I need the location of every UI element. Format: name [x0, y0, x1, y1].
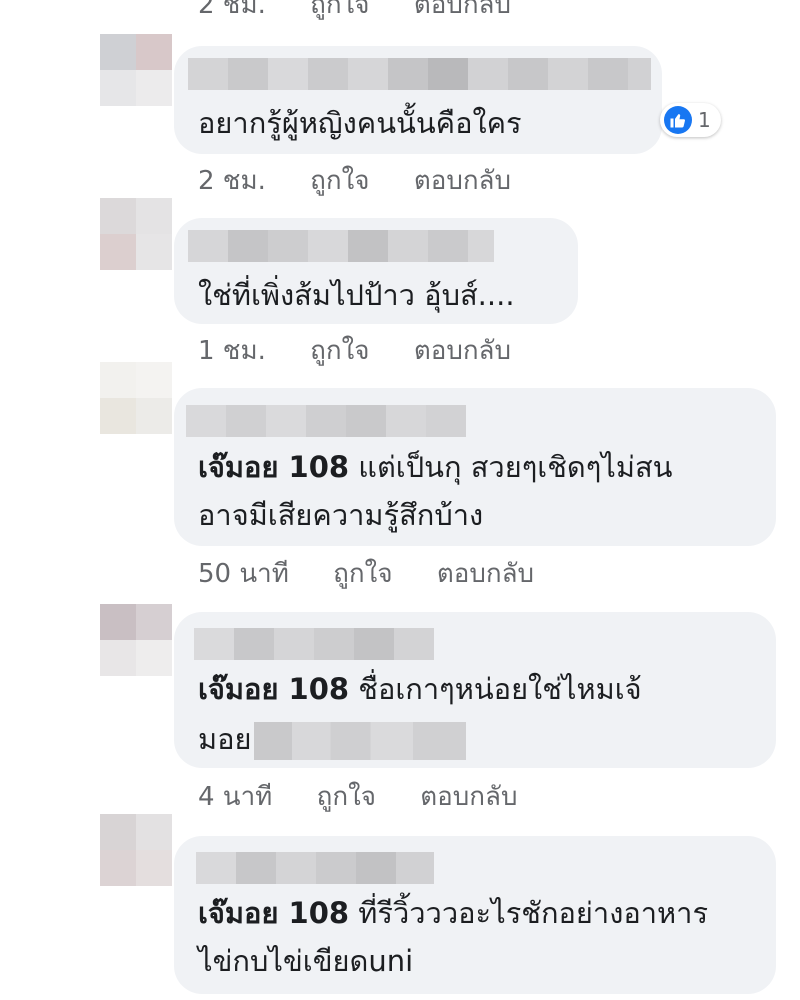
comment-actions: 2 ชม. ถูกใจ ตอบกลับ — [198, 0, 511, 25]
commenter-name-blurred[interactable] — [194, 628, 434, 660]
commenter-name-blurred[interactable] — [186, 405, 466, 437]
blurred-name — [253, 722, 466, 760]
comment-text: อยากรู้ผู้หญิงคนนั้นคือใคร — [198, 106, 522, 140]
like-link[interactable]: ถูกใจ — [333, 553, 392, 594]
avatar[interactable] — [100, 34, 172, 106]
avatar[interactable] — [100, 362, 172, 434]
commenter-name-blurred[interactable] — [196, 852, 434, 884]
like-thumbs-up-icon — [664, 106, 692, 134]
like-link[interactable]: ถูกใจ — [310, 0, 369, 25]
comment-text: เจ๊มอย 108 ที่รีวิ้วววอะไรชักอย่างอาหาร — [198, 896, 709, 930]
comment-time: 1 ชม. — [198, 336, 266, 366]
comment-text-line: อาจมีเสียความรู้สึกบ้าง — [198, 498, 484, 532]
comment-actions: 4 นาที ถูกใจ ตอบกลับ — [198, 776, 517, 817]
comment-text-line: มอย — [198, 716, 466, 762]
comment-actions: 2 ชม. ถูกใจ ตอบกลับ — [198, 160, 511, 201]
comment-text: เจ๊มอย 108 แต่เป็นกุ สวยๆเชิดๆไม่สน — [198, 450, 673, 484]
comment-actions: 1 ชม. ถูกใจ ตอบกลับ — [198, 330, 511, 371]
reaction-count-badge[interactable]: 1 — [660, 103, 721, 137]
commenter-name-blurred[interactable] — [188, 58, 651, 90]
avatar[interactable] — [100, 814, 172, 886]
commenter-name-blurred[interactable] — [188, 230, 494, 262]
reply-link[interactable]: ตอบกลับ — [414, 0, 511, 25]
reply-link[interactable]: ตอบกลับ — [414, 160, 511, 201]
mention-tag[interactable]: เจ๊มอย 108 — [198, 450, 349, 484]
like-link[interactable]: ถูกใจ — [310, 160, 369, 201]
reaction-count: 1 — [698, 108, 711, 132]
comment-actions: 50 นาที ถูกใจ ตอบกลับ — [198, 553, 534, 594]
like-link[interactable]: ถูกใจ — [317, 776, 376, 817]
comment-time: 50 นาที — [198, 559, 289, 589]
mention-tag[interactable]: เจ๊มอย 108 — [198, 896, 349, 930]
reply-link[interactable]: ตอบกลับ — [437, 553, 534, 594]
comment-time: 2 ชม. — [198, 0, 266, 20]
like-link[interactable]: ถูกใจ — [310, 330, 369, 371]
reply-link[interactable]: ตอบกลับ — [420, 776, 517, 817]
comment-text: เจ๊มอย 108 ชื่อเกาๆหน่อยใช่ไหมเจ้ — [198, 672, 642, 706]
avatar[interactable] — [100, 198, 172, 270]
comment-time: 4 นาที — [198, 782, 273, 812]
avatar[interactable] — [100, 604, 172, 676]
comment-time: 2 ชม. — [198, 166, 266, 196]
comment-text: ใช่ที่เพิ่งส้มไปป้าว อุ้บส์.... — [198, 278, 515, 312]
comment-text-line: ไข่กบไข่เขียดuni — [198, 944, 414, 978]
reply-link[interactable]: ตอบกลับ — [414, 330, 511, 371]
mention-tag[interactable]: เจ๊มอย 108 — [198, 672, 349, 706]
